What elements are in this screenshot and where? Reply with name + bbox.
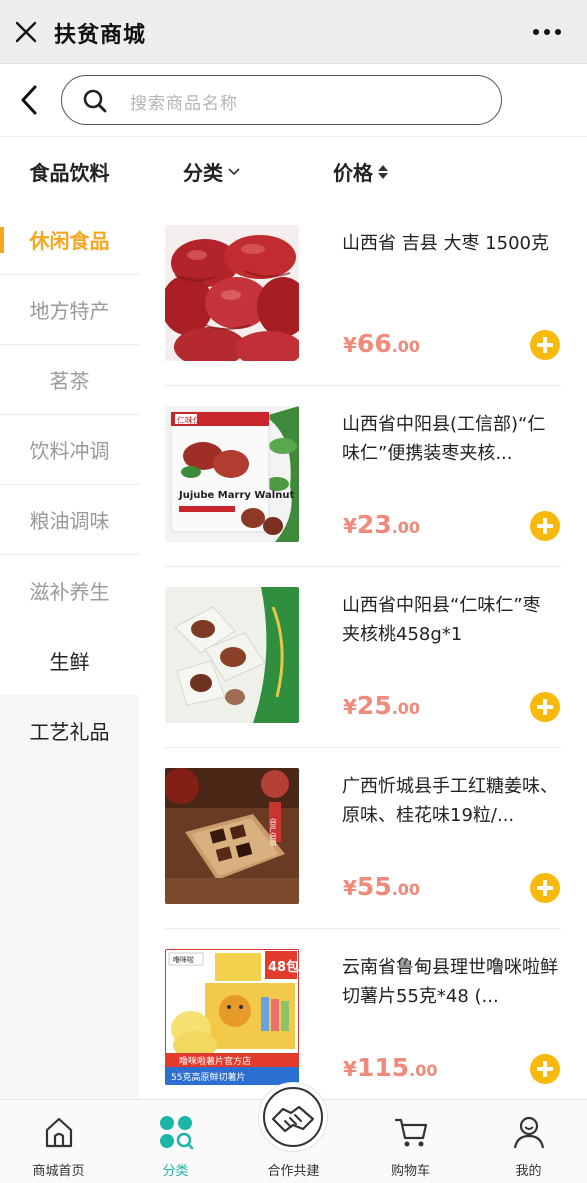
sort-arrows-icon — [378, 164, 388, 179]
product-price: ¥ 115 .00 — [343, 1053, 438, 1082]
app-window: { "window": {"title": "扶贫商城"}, "search":… — [0, 0, 587, 1183]
product-name[interactable]: 广西忻城县手工红糖姜味、原味、桂花味19粒/... — [342, 772, 558, 830]
tab-mine-label: 我的 — [515, 1164, 542, 1179]
cart-icon — [393, 1114, 429, 1150]
add-to-cart-icon[interactable] — [530, 873, 560, 903]
product-image-jujube-walnut-pack[interactable]: 仁味仁 Jujube Marry Walnut — [165, 406, 299, 542]
sidebar-item-tea[interactable]: 茗茶 — [0, 345, 139, 415]
search-bar: 搜索商品名称 — [0, 64, 587, 137]
svg-text:48包: 48包 — [268, 959, 299, 975]
svg-text:噜咪啦薯片官方店: 噜咪啦薯片官方店 — [179, 1055, 251, 1067]
bottom-tab-bar: 商城首页 分类 合作共建 购物车 我的 — [0, 1082, 587, 1183]
sidebar-item-snacks[interactable]: 休闲食品 — [0, 205, 139, 275]
sidebar-item-crafts-gifts[interactable]: 工艺礼品 — [0, 695, 139, 765]
add-to-cart-icon[interactable] — [530, 1054, 560, 1084]
window-title: 扶贫商城 — [54, 23, 147, 48]
search-icon — [82, 88, 108, 114]
product-name[interactable]: 云南省鲁甸县理世噜咪啦鲜切薯片55克*48 (... — [342, 953, 558, 1011]
tab-cart[interactable]: 购物车 — [352, 1100, 469, 1183]
product-name[interactable]: 山西省 吉县 大枣 1500克 — [342, 229, 558, 287]
search-placeholder: 搜索商品名称 — [130, 94, 238, 114]
product-image-red-dates[interactable] — [165, 225, 299, 361]
user-icon — [511, 1114, 547, 1150]
sort-bar: 分类 价格 — [139, 137, 587, 205]
product-image-wrapped-jujube-walnuts[interactable] — [165, 587, 299, 723]
sidebar-item-health[interactable]: 滋补养生 — [0, 555, 139, 625]
tab-cooperation[interactable] — [258, 1082, 328, 1152]
sort-price-label: 价格 — [333, 161, 373, 185]
tab-home-label: 商城首页 — [32, 1164, 85, 1179]
sidebar-item-grain-oil[interactable]: 粮油调味 — [0, 485, 139, 555]
category-sidebar: 食品饮料 休闲食品 地方特产 茗茶 饮料冲调 粮油调味 滋补养生 生鲜 工艺礼品 — [0, 137, 139, 1099]
sidebar-item-fresh[interactable]: 生鲜 — [0, 625, 139, 695]
product-card[interactable]: 自产自销 广西忻城县手工红糖姜味、原味、桂花味19粒/... ¥ 55 .00 — [165, 748, 561, 929]
add-to-cart-icon[interactable] — [530, 692, 560, 722]
chevron-down-icon — [228, 167, 240, 175]
search-input[interactable]: 搜索商品名称 — [61, 75, 502, 125]
product-card[interactable]: 仁味仁 Jujube Marry Walnut 山西省中阳县(工信部)“仁味仁”… — [165, 386, 561, 567]
sidebar-item-local-specialties[interactable]: 地方特产 — [0, 275, 139, 345]
sort-price-toggle[interactable]: 价格 — [333, 157, 389, 186]
subcategory-list: 休闲食品 地方特产 茗茶 饮料冲调 粮油调味 滋补养生 — [0, 205, 139, 695]
product-price: ¥ 55 .00 — [343, 872, 421, 901]
tab-cooperation-label: 合作共建 — [267, 1164, 320, 1179]
tab-cart-label: 购物车 — [390, 1164, 430, 1179]
add-to-cart-icon[interactable] — [530, 330, 560, 360]
sidebar-item-beverages[interactable]: 饮料冲调 — [0, 415, 139, 485]
tab-category-label: 分类 — [162, 1164, 189, 1179]
category-icon — [158, 1114, 194, 1150]
svg-text:55克高原鲜切薯片: 55克高原鲜切薯片 — [171, 1071, 245, 1083]
add-to-cart-icon[interactable] — [530, 511, 560, 541]
product-image-potato-chips[interactable]: 噜咪啦 48包 噜咪啦薯片官方店 55克高原鲜切薯片 — [165, 949, 299, 1085]
home-icon — [41, 1114, 77, 1150]
tab-category[interactable]: 分类 — [117, 1100, 234, 1183]
title-bar: 扶贫商城 — [0, 0, 587, 64]
svg-text:噜咪啦: 噜咪啦 — [173, 955, 194, 964]
handshake-icon — [263, 1087, 323, 1147]
tab-mine[interactable]: 我的 — [470, 1100, 587, 1183]
back-arrow-icon[interactable] — [16, 84, 44, 116]
svg-text:Jujube Marry Walnut: Jujube Marry Walnut — [178, 490, 294, 501]
product-name[interactable]: 山西省中阳县“仁味仁”枣夹核桃458g*1 — [342, 591, 558, 649]
product-card[interactable]: 山西省 吉县 大枣 1500克 ¥ 66 .00 — [165, 205, 561, 386]
svg-text:自产自销: 自产自销 — [269, 817, 277, 847]
product-image-brown-sugar[interactable]: 自产自销 — [165, 768, 299, 904]
product-card[interactable]: 山西省中阳县“仁味仁”枣夹核桃458g*1 ¥ 25 .00 — [165, 567, 561, 748]
sort-category-label: 分类 — [183, 161, 223, 185]
product-price: ¥ 25 .00 — [343, 691, 421, 720]
product-price: ¥ 23 .00 — [343, 510, 421, 539]
product-price: ¥ 66 .00 — [343, 329, 421, 358]
sort-category-dropdown[interactable]: 分类 — [183, 157, 241, 186]
svg-text:仁味仁: 仁味仁 — [177, 415, 201, 425]
more-options-icon[interactable] — [533, 20, 561, 44]
tab-home[interactable]: 商城首页 — [0, 1100, 117, 1183]
product-name[interactable]: 山西省中阳县(工信部)“仁味仁”便携装枣夹核... — [342, 410, 558, 468]
sidebar-header-food-drinks[interactable]: 食品饮料 — [0, 137, 139, 205]
close-icon[interactable] — [14, 20, 38, 44]
product-list: 山西省 吉县 大枣 1500克 ¥ 66 .00 仁味仁 Jujube Marr… — [139, 205, 587, 1099]
product-card[interactable]: 噜咪啦 48包 噜咪啦薯片官方店 55克高原鲜切薯片 云南省鲁甸县理世噜咪啦鲜切… — [165, 929, 561, 1099]
